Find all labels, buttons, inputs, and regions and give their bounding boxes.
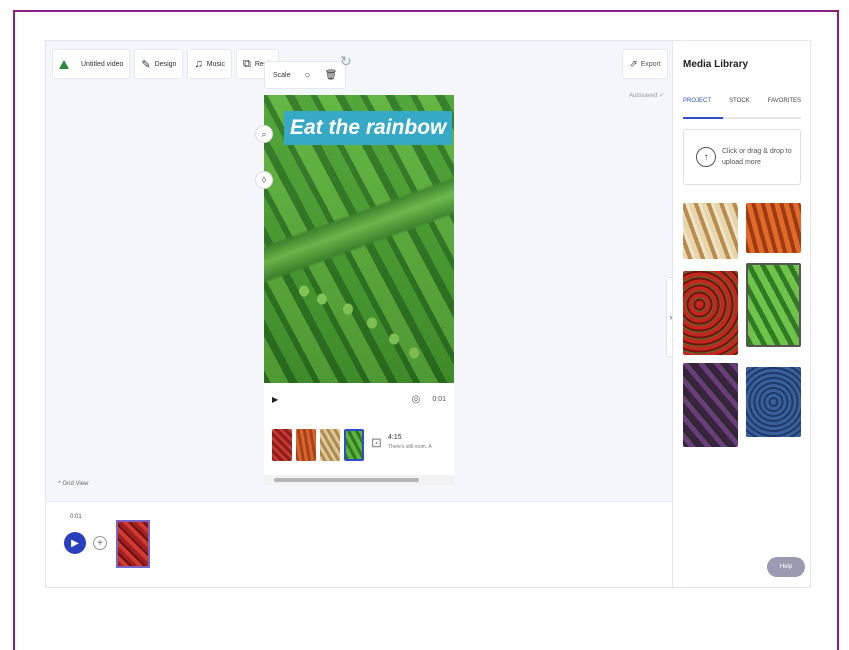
tab-project[interactable]: PROJECT [683, 98, 711, 104]
project-name: Untitled video [81, 60, 124, 68]
filmstrip-thumb-carrots[interactable] [296, 429, 316, 461]
grid-view-label: Grid View [62, 481, 89, 487]
timeline-time: 0:01 [70, 514, 82, 520]
music-label: Music [206, 60, 225, 68]
export-label: Export [640, 60, 661, 68]
media-thumb-peas[interactable] [746, 263, 801, 347]
paint-icon[interactable]: ◊ [255, 171, 273, 189]
plus-icon: + [97, 537, 103, 549]
player-controls: ▶ ◎ 0:01 [264, 383, 454, 416]
music-icon: ♫ [194, 58, 203, 70]
export-icon: ⇗ [629, 58, 638, 70]
filmstrip-time: 4:15 [388, 434, 402, 441]
play-button[interactable]: ▶ [64, 532, 86, 554]
rotate-icon[interactable]: ○ [305, 70, 311, 81]
tab-favorites[interactable]: FAVORITES [768, 98, 801, 104]
media-library-title: Media Library [683, 59, 749, 70]
upload-text: Click or drag & drop to upload more [722, 148, 792, 166]
media-thumb-carrots[interactable] [746, 203, 801, 253]
workspace: Untitled video ✎ Design ♫ Music ⧉ Resiz … [46, 41, 672, 501]
caption-text[interactable]: Eat the rainbow [284, 111, 453, 145]
player-time: 0:01 [432, 395, 446, 403]
timeline: 0:01 ▶ + [46, 501, 672, 587]
search-icon[interactable]: ⌕ [255, 125, 273, 143]
play-icon: ▶ [71, 537, 79, 549]
top-toolbar: Untitled video ✎ Design ♫ Music ⧉ Resiz [52, 49, 280, 79]
filmstrip-text: There's still room. A [388, 444, 432, 450]
add-scene-button[interactable]: + [93, 536, 107, 550]
help-button[interactable]: Help [767, 557, 805, 577]
chevron-up-icon: ^ [58, 481, 61, 487]
logo-icon [59, 59, 69, 69]
filmstrip: ⊡ 4:15 There's still room. A [264, 415, 454, 475]
filmstrip-thumb-onions[interactable] [320, 429, 340, 461]
media-thumb-strawberries[interactable] [683, 271, 738, 355]
media-thumb-blueberries[interactable] [746, 367, 801, 437]
upload-dropzone[interactable]: ↑ Click or drag & drop to upload more [683, 129, 801, 185]
upload-icon: ↑ [696, 147, 716, 167]
resize-icon: ⧉ [242, 57, 251, 70]
media-thumb-purple-cabbage[interactable] [683, 363, 738, 447]
pencil-icon: ✎ [141, 58, 151, 71]
grid-view-toggle[interactable]: ^ Grid View [58, 481, 88, 487]
scale-button[interactable]: Scale [273, 72, 291, 79]
autosaved-status: Autosaved ✓ [629, 93, 665, 99]
trash-icon[interactable]: 🗑 [325, 70, 338, 81]
export-button[interactable]: ⇗ Export [622, 49, 668, 79]
music-button[interactable]: ♫ Music [187, 49, 232, 79]
filmstrip-scrollbar[interactable] [264, 475, 454, 485]
active-tab-indicator [683, 117, 723, 119]
settings-icon[interactable]: ◎ [412, 394, 421, 405]
filmstrip-thumb-strawberries[interactable] [272, 429, 292, 461]
play-icon[interactable]: ▶ [272, 395, 278, 404]
design-button[interactable]: ✎ Design [134, 49, 184, 79]
project-name-button[interactable]: Untitled video [52, 49, 131, 79]
design-label: Design [154, 60, 177, 68]
media-thumb-onions[interactable] [683, 203, 738, 259]
timeline-scene-thumb[interactable] [116, 520, 150, 568]
help-label: Help [779, 564, 793, 570]
scrollbar-thumb[interactable] [274, 478, 419, 482]
redo-icon[interactable]: ↻ [340, 53, 352, 70]
video-canvas[interactable]: Eat the rainbow [264, 95, 454, 383]
filmstrip-thumb-peas[interactable] [344, 429, 364, 461]
media-library-panel: Media Library PROJECT STOCK FAVORITES ↑ … [672, 41, 810, 587]
image-icon: ⊡ [371, 435, 382, 450]
media-library-tabs: PROJECT STOCK FAVORITES [683, 98, 801, 104]
tab-stock[interactable]: STOCK [729, 98, 750, 104]
video-editor-app: Untitled video ✎ Design ♫ Music ⧉ Resiz … [45, 40, 811, 588]
context-toolbar: Scale ○ 🗑 [264, 61, 347, 89]
